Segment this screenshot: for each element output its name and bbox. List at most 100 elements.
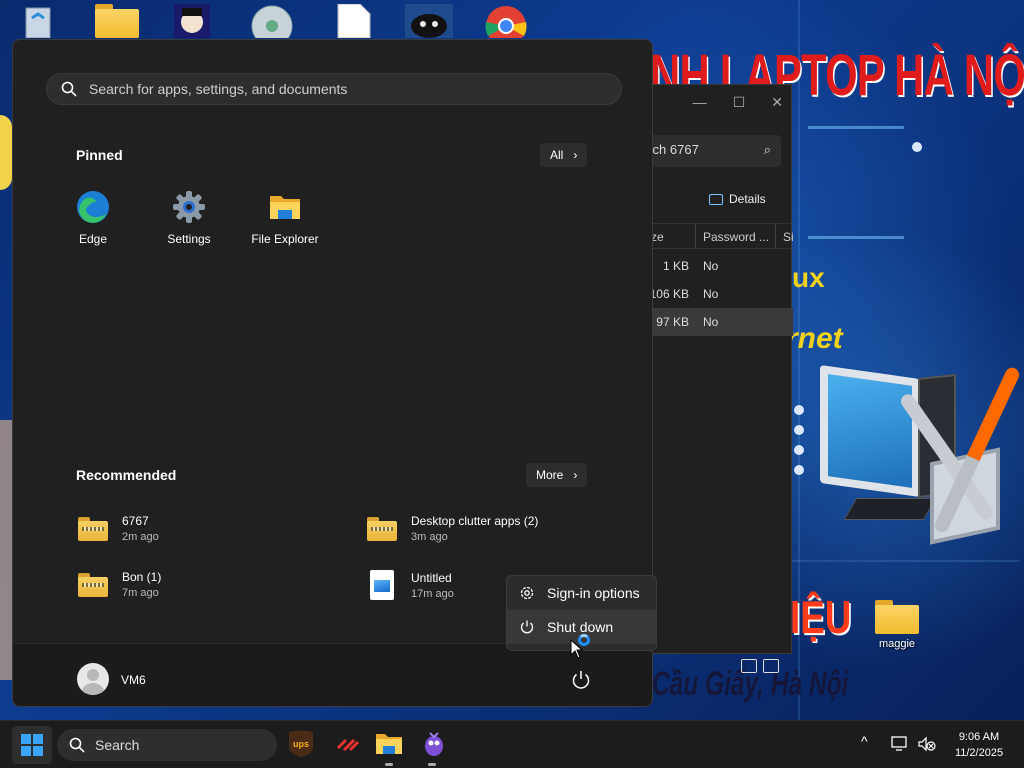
maximize-icon[interactable]: ☐ [733,94,746,111]
more-label: More [536,468,564,482]
recommended-item[interactable]: 6767 2m ago [78,514,159,543]
row-size: 97 KB [656,315,689,329]
recommended-item-time: 7m ago [122,587,159,599]
svg-text:ups: ups [293,739,309,749]
details-pane-icon [709,193,723,205]
column-header[interactable]: Password ... [703,230,769,244]
taskbar-search[interactable]: Search [57,729,277,761]
taskbar-clock[interactable]: 9:06 AM 11/2/2025 [942,729,1016,761]
taskbar-file-explorer[interactable] [374,729,404,759]
details-button[interactable]: Details [709,192,766,206]
row-password: No [703,315,719,329]
column-header[interactable]: Si [783,230,794,244]
zip-folder-icon [78,572,108,597]
clock-date: 11/2/2025 [954,747,1004,759]
window-search-box[interactable]: arch 6767 ⌕ [631,135,781,167]
desktop-folder-icon[interactable] [95,4,139,38]
close-icon[interactable]: ✕ [771,94,783,111]
anime-app-icon[interactable] [170,4,214,38]
recommended-item-name: Desktop clutter apps (2) [411,514,539,528]
ups-icon: ups [289,730,313,757]
recommended-title: Recommended [76,467,177,483]
zip-folder-icon [367,516,397,541]
start-search-box[interactable]: Search for apps, settings, and documents [46,73,622,105]
chevron-right-icon: › [573,148,578,162]
gear-icon [173,191,205,223]
desktop-folder-label: maggie [878,638,916,650]
details-view-icon[interactable] [741,659,757,673]
more-button[interactable]: More › [526,463,588,487]
chrome-icon[interactable] [484,4,528,46]
taskbar-purple-app[interactable] [419,729,449,759]
monitor-illustration [820,364,920,498]
recommended-item[interactable]: Desktop clutter apps (2) 3m ago [367,514,538,543]
desktop-edge-icon[interactable] [0,420,12,680]
user-avatar[interactable] [77,663,109,695]
zip-folder-icon [78,516,108,541]
red-stripes-icon [336,738,360,752]
search-icon: ⌕ [763,142,771,157]
recommended-item-name: Bon (1) [122,570,162,584]
windows-logo-icon [21,734,43,756]
pinned-app-edge[interactable]: Edge [48,190,138,246]
signin-options-item[interactable]: Sign-in options [507,576,656,610]
signin-options-label: Sign-in options [547,585,640,601]
taskbar-search-label: Search [95,737,140,753]
folder-icon [270,196,300,219]
shut-down-label: Shut down [547,619,614,635]
recommended-item[interactable]: Bon (1) 7m ago [78,570,161,599]
all-apps-label: All [550,148,564,162]
start-search-placeholder: Search for apps, settings, and documents [89,81,348,97]
start-footer: VM6 [13,643,652,706]
recommended-item-time: 2m ago [122,531,159,543]
image-file-icon [370,570,394,600]
user-name[interactable]: VM6 [121,673,146,687]
folder-icon [875,600,919,634]
pinned-app-label: Settings [167,232,211,246]
wallpaper-rnet-text: rnet [786,322,843,355]
power-icon [520,620,534,634]
recommended-item-name: 6767 [122,514,149,528]
disc-app-icon[interactable] [250,4,294,47]
row-size: 1 KB [662,259,689,273]
all-apps-button[interactable]: All › [540,143,588,167]
power-icon[interactable] [569,668,593,692]
pinned-app-settings[interactable]: Settings [144,190,234,246]
pinned-title: Pinned [76,147,123,163]
folder-icon [376,734,402,754]
search-icon [69,737,85,753]
taskbar-red-app[interactable] [333,729,363,759]
desktop-folder-maggie[interactable]: maggie [860,600,934,650]
busy-spinner-icon [578,634,590,646]
chevron-right-icon: › [573,468,578,482]
running-indicator [428,763,436,766]
pinned-app-label: Edge [78,232,108,246]
keyboard-illustration [843,498,937,520]
mascot-icon [425,732,443,756]
taskbar-ups-app[interactable]: ups [286,729,316,759]
gear-icon [520,586,534,600]
chevron-up-icon[interactable]: ^ [861,733,868,749]
start-button[interactable] [12,726,52,764]
edge-icon [77,191,109,223]
minimize-icon[interactable]: — [693,94,707,110]
search-icon [61,81,77,97]
recommended-item-name: Untitled [411,570,452,585]
view-toggle [741,659,779,673]
running-indicator [385,763,393,766]
recommended-item[interactable]: Untitled 17m ago [370,570,454,600]
wallpaper-ux-text: ux [792,262,825,293]
taskbar: Search ups ^ 9:06 AM 11/2/2025 [0,720,1024,768]
pinned-app-label: File Explorer [251,232,319,246]
cat-app-icon[interactable] [405,4,453,38]
recommended-item-time: 17m ago [411,587,454,600]
desktop-edge-icon[interactable] [0,115,12,190]
volume-muted-icon[interactable] [918,736,936,752]
blank-file-icon[interactable] [332,3,376,39]
tiles-view-icon[interactable] [763,659,779,673]
recycle-bin-icon[interactable] [18,4,62,39]
details-label: Details [729,192,766,206]
network-icon[interactable] [891,736,909,752]
pinned-app-file-explorer[interactable]: File Explorer [240,190,330,246]
row-password: No [703,259,719,273]
